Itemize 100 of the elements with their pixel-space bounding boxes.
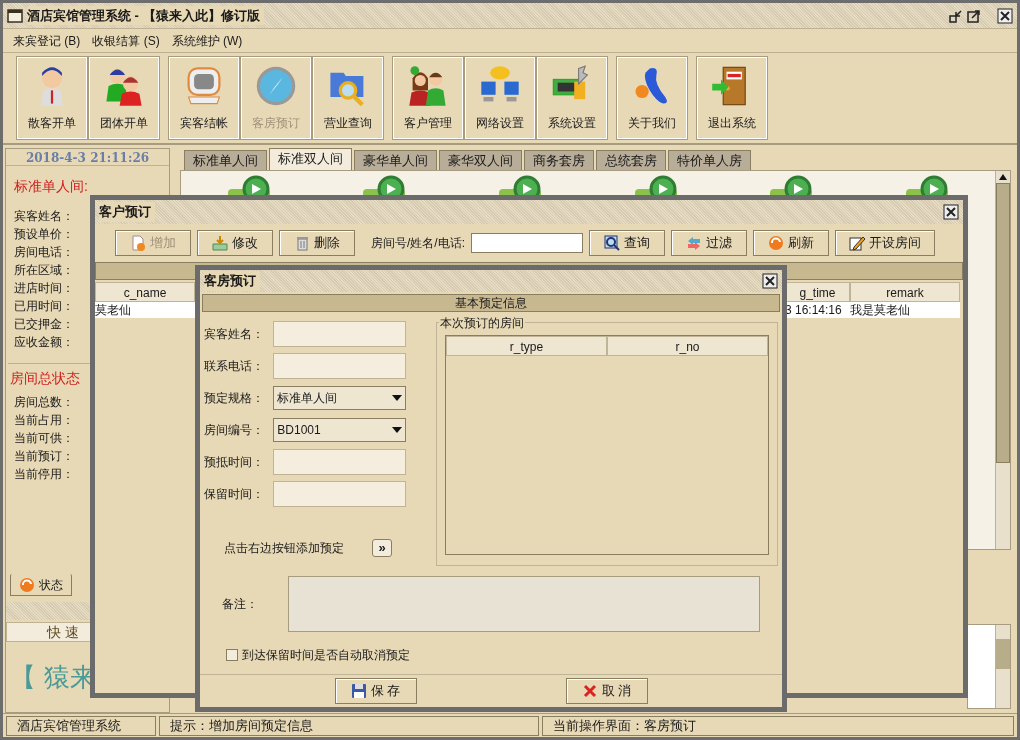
status-text: 提示：增加房间预定信息 [159,715,539,736]
field-label: 宾客姓名： [14,208,74,225]
status-text: 当前操作界面：客房预订 [542,715,1014,736]
column-header[interactable]: r_no [607,336,768,356]
menu-item[interactable]: 系统维护 (W) [169,31,245,50]
toolbar-button[interactable]: 修改 [197,230,273,256]
arrow-up-icon[interactable] [999,174,1007,180]
maximize-icon[interactable] [967,8,981,23]
caret-icon [392,395,402,401]
close-icon[interactable] [762,273,778,289]
caret-icon [392,427,402,433]
toolbar-button[interactable]: 散客开单 [17,57,87,139]
add-button[interactable]: » [372,539,392,557]
add-hint: 点击右边按钮添加预定 [224,540,344,557]
tray-icon [212,235,228,251]
toolbar-button[interactable]: 查询 [589,230,665,256]
scrollbar[interactable] [995,171,1010,549]
search-label: 房间号/姓名/电话: [371,235,465,252]
remark-field[interactable] [288,576,760,632]
quick-label: 快 速 [47,622,79,642]
toolbar-button[interactable]: 删除 [279,230,355,256]
remark-label: 备注： [222,596,258,613]
field-label: 进店时间： [14,280,74,297]
window-title: 酒店宾馆管理系统 - 【猿来入此】修订版 [27,5,264,26]
field-label: 房间总数： [14,394,74,411]
field-label: 当前可供： [14,430,74,447]
input-field[interactable] [273,449,406,475]
toolbar-button[interactable]: 取 消 [565,678,648,704]
column-header[interactable]: c_name [95,282,195,302]
field-label: 已用时间： [14,298,74,315]
section-heading: 房间总状态 [10,369,80,388]
field-label: 已交押金： [14,316,74,333]
checkbox-label: 到达保留时间是否自动取消预定 [242,647,410,664]
room-tab[interactable]: 总统套房 [596,150,666,170]
refresh-icon [768,235,784,251]
field-label: 当前占用： [14,412,74,429]
field-label: 房间电话： [14,244,74,261]
toolbar-button[interactable]: 过滤 [671,230,747,256]
arrows-icon [686,235,702,251]
panel-tab[interactable]: 状态 [10,574,72,596]
search-icon [604,235,620,251]
toolbar-button[interactable]: 客户管理 [393,57,463,139]
column-header[interactable]: r_type [446,336,607,356]
menu-item[interactable]: 收银结算 (S) [90,31,162,50]
column-header[interactable]: remark [850,282,960,302]
toolbar-button[interactable]: 网络设置 [465,57,535,139]
field-label: 预设单价： [14,226,74,243]
toolbar-button[interactable]: 系统设置 [537,57,607,139]
section-heading: 标准单人间: [14,177,88,196]
toolbar-button[interactable]: 退出系统 [697,57,767,139]
field-label: 应收金额： [14,334,74,351]
dropdown-field[interactable]: 标准单人间 [273,386,406,410]
scrollbar[interactable] [995,625,1010,708]
toolbar-button[interactable]: 营业查询 [313,57,383,139]
window-icon [7,8,23,23]
field-label: 预抵时间： [204,454,265,471]
group-title: 本次预订的房间 [439,314,525,332]
toolbar-button[interactable]: 开设房间 [835,230,935,256]
field-label: 当前停用： [14,466,74,483]
field-label: 房间编号： [204,422,265,439]
checkbox[interactable] [226,649,238,661]
field-label: 预定规格： [204,390,265,407]
dropdown-field[interactable]: BD1001 [273,418,406,442]
field-label: 保留时间： [204,486,265,503]
input-field[interactable] [273,481,406,507]
save-icon [350,683,367,699]
field-label: 所在区域： [14,262,74,279]
room-tab[interactable]: 豪华单人间 [354,150,437,170]
refresh-icon [19,576,35,593]
date-time: 2018-4-3 21:11:26 [6,149,169,166]
toolbar-button[interactable]: 宾客结帐 [169,57,239,139]
toolbar-button[interactable]: 关于我们 [617,57,687,139]
dialog-title: 客房预订 [204,271,260,291]
field-label: 联系电话： [204,358,265,375]
document-add-icon [130,235,146,251]
room-tab[interactable]: 特价单人房 [668,150,751,170]
toolbar-button[interactable]: 团体开单 [89,57,159,139]
toolbar-button[interactable]: 刷新 [753,230,829,256]
field-label: 当前预订： [14,448,74,465]
room-tab[interactable]: 标准单人间 [184,150,267,170]
room-tab[interactable]: 豪华双人间 [439,150,522,170]
room-tab[interactable]: 商务套房 [524,150,594,170]
table-cell: 我是莫老仙 [850,302,960,318]
section-header: 基本预定信息 [202,294,780,312]
room-tab[interactable]: 标准双人间 [269,148,352,170]
status-text: 酒店宾馆管理系统 [6,715,156,736]
search-field[interactable] [471,233,583,253]
restore-icon[interactable] [949,8,963,23]
toolbar-button[interactable]: 保 存 [334,678,417,704]
dialog-title: 客户预订 [99,202,155,222]
input-field[interactable] [273,353,406,379]
trash-icon [294,235,310,251]
input-field[interactable] [273,321,406,347]
close-icon[interactable] [943,204,959,220]
menu-item[interactable]: 来宾登记 (B) [11,31,83,50]
table-cell: 莫老仙 [95,302,195,318]
field-label: 宾客姓名： [204,326,265,343]
pencil-icon [849,235,865,251]
close-icon[interactable] [997,7,1013,24]
column-header[interactable]: g_time [785,282,850,302]
